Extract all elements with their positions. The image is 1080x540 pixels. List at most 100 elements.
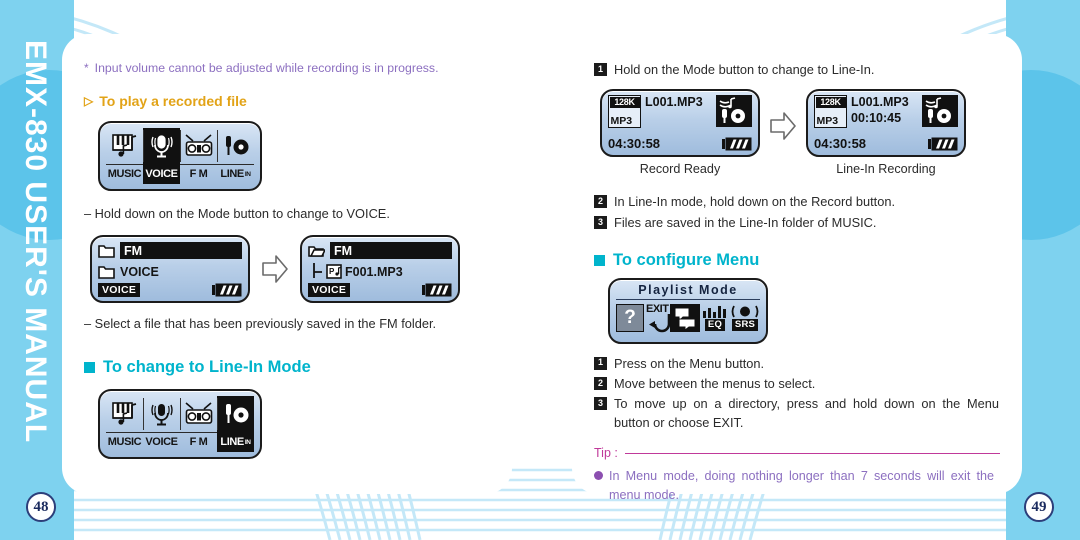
step-number-badge: 3 bbox=[594, 216, 607, 230]
lcd-bottom-row: 04:30:58 bbox=[608, 136, 752, 151]
total-time: 04:30:58 bbox=[608, 136, 661, 152]
exit-arrow-icon bbox=[649, 313, 671, 332]
mode-label-fm: F M bbox=[180, 163, 217, 184]
step-hold-record-button: 2 In Line-In mode, hold down on the Reco… bbox=[594, 192, 1000, 211]
browser-lcd-flow: FM VOICE VOICE FM P F001.MP3 VOICE bbox=[90, 235, 490, 304]
mode-cell-voice bbox=[143, 127, 180, 164]
mode-label-row: MUSIC VOICE F M LINE IN bbox=[106, 163, 254, 184]
lcd-status-bar: VOICE bbox=[98, 283, 242, 298]
page-number-right: 49 bbox=[1024, 492, 1054, 522]
manual-spread: EMX-830 USER'S MANUAL EMX-830 USER'S MAN… bbox=[0, 0, 1080, 540]
recording-lcd-flow: 128K MP3 L001.MP3 04:30:58 Record Ready … bbox=[600, 89, 1000, 176]
step-text: Press on the Menu button. bbox=[614, 355, 765, 371]
microphone-icon bbox=[150, 134, 173, 158]
mode-label-music: MUSIC bbox=[106, 431, 143, 452]
mode-icon-row bbox=[106, 395, 254, 432]
tip-divider bbox=[624, 452, 1000, 455]
in-text: IN bbox=[244, 171, 251, 179]
mode-indicator-linein bbox=[716, 95, 752, 128]
record-ready-group: 128K MP3 L001.MP3 04:30:58 Record Ready bbox=[600, 89, 760, 176]
menu-item-exit: EXIT bbox=[646, 303, 671, 332]
mode-cell-linein bbox=[217, 395, 254, 432]
srs-label: SRS bbox=[731, 318, 759, 331]
total-time: 04:30:58 bbox=[814, 136, 867, 152]
mode-display-voice-selected: MUSIC VOICE F M LINE IN bbox=[98, 120, 262, 191]
tip-text: In Menu mode, doing nothing longer than … bbox=[609, 469, 994, 502]
heading-change-to-linein-mode: To change to Line-In Mode bbox=[84, 358, 490, 377]
step-text: Move between the menus to select. bbox=[614, 375, 816, 391]
menu-item-srs: SRS bbox=[730, 305, 760, 331]
question-mark-icon: ? bbox=[616, 303, 644, 332]
equalizer-bars-icon bbox=[703, 305, 726, 318]
lcd-file-label: F001.MP3 bbox=[345, 264, 403, 279]
line-in-label-group: LINE IN bbox=[220, 436, 251, 448]
step-number-badge: 2 bbox=[594, 195, 607, 209]
mode-icon-row bbox=[106, 127, 254, 164]
eq-label: EQ bbox=[704, 318, 726, 331]
mode-cell-music bbox=[106, 128, 143, 164]
step-number-badge: 1 bbox=[594, 63, 607, 76]
radio-icon bbox=[184, 133, 212, 156]
menu-item-eq: EQ bbox=[702, 305, 728, 331]
step-number-badge: 1 bbox=[594, 356, 607, 370]
menu-step-move-up-directory: 3 To move up on a directory, press and h… bbox=[594, 394, 1000, 432]
lcd-folder-list-before: FM VOICE VOICE bbox=[90, 235, 250, 304]
lcd-top-row: 128K MP3 L001.MP3 00:10:45 bbox=[814, 95, 958, 136]
step-text: In Line-In mode, hold down on the Record… bbox=[614, 194, 896, 210]
codec-indicator: 128K MP3 bbox=[814, 95, 847, 129]
mode-label-music: MUSIC bbox=[106, 163, 143, 184]
flow-arrow-right bbox=[768, 109, 798, 143]
menu-step-press-menu: 1 Press on the Menu button. bbox=[594, 354, 1000, 373]
heading-text: To configure Menu bbox=[613, 250, 760, 269]
menu-item-help: ? bbox=[616, 303, 644, 332]
menu-title: Playlist Mode bbox=[616, 282, 760, 300]
mode-cell-fm bbox=[180, 128, 217, 164]
mode-cell-fm bbox=[180, 396, 217, 432]
track-info: L001.MP3 00:10:45 bbox=[851, 95, 918, 126]
line-in-icon bbox=[719, 97, 745, 124]
battery-full-icon bbox=[422, 283, 452, 297]
lcd-row-fm-open: FM bbox=[308, 241, 452, 260]
input-volume-note: * Input volume cannot be adjusted while … bbox=[84, 60, 490, 77]
step-text: To move up on a directory, press and hol… bbox=[614, 395, 999, 431]
piano-icon bbox=[111, 133, 136, 157]
square-bullet-icon bbox=[594, 254, 605, 266]
arrow-right-outline-icon bbox=[770, 112, 796, 140]
mode-cell-linein bbox=[217, 128, 254, 164]
tree-branch-icon bbox=[313, 263, 322, 279]
lcd-folder-voice-label: VOICE bbox=[120, 264, 159, 279]
folder-open-icon bbox=[308, 246, 325, 257]
battery-full-icon bbox=[722, 137, 752, 151]
heading-text: To change to Line-In Mode bbox=[103, 357, 311, 376]
lcd-folder-list-after: FM P F001.MP3 VOICE bbox=[300, 235, 460, 304]
lcd-row-fm: FM bbox=[98, 241, 242, 260]
format-label: MP3 bbox=[610, 114, 633, 127]
status-mode-tag: VOICE bbox=[98, 283, 141, 298]
instruction-change-to-voice: – Hold down on the Mode button to change… bbox=[84, 205, 390, 221]
heading-play-recorded-file: ▷ To play a recorded file bbox=[84, 93, 490, 109]
menu-icon-row: ? EXIT EQ SRS bbox=[616, 303, 760, 332]
line-in-icon bbox=[225, 403, 248, 423]
tip-header: Tip : bbox=[594, 446, 1000, 460]
lcd-row-voice: VOICE bbox=[98, 262, 242, 281]
note-text: Input volume cannot be adjusted while re… bbox=[94, 61, 439, 75]
step-files-saved: 3 Files are saved in the Line-In folder … bbox=[594, 213, 1000, 232]
lcd-playlist-mode-menu: Playlist Mode ? EXIT EQ SRS bbox=[608, 277, 768, 344]
svg-text:P: P bbox=[329, 267, 335, 276]
mode-cell-voice bbox=[143, 396, 180, 432]
left-content-panel: * Input volume cannot be adjusted while … bbox=[62, 34, 512, 494]
arrow-right-outline-icon bbox=[262, 255, 288, 283]
folder-closed-icon bbox=[98, 245, 115, 258]
lcd-top-row: 128K MP3 L001.MP3 bbox=[608, 95, 752, 136]
asterisk-icon: * bbox=[84, 61, 89, 75]
format-label: MP3 bbox=[816, 114, 839, 127]
status-mode-tag: VOICE bbox=[308, 283, 351, 298]
step-hold-mode-button: 1 Hold on the Mode button to change to L… bbox=[594, 60, 1000, 79]
caption-record-ready: Record Ready bbox=[639, 162, 721, 177]
mp3-file-icon: P bbox=[326, 264, 342, 279]
lcd-folder-fm-label: FM bbox=[120, 242, 242, 260]
track-elapsed: 00:10:45 bbox=[851, 111, 902, 126]
mode-label-voice: VOICE bbox=[143, 163, 180, 184]
track-filename: L001.MP3 bbox=[851, 95, 909, 110]
tip-section: Tip : In Menu mode, doing nothing longer… bbox=[594, 446, 1000, 504]
